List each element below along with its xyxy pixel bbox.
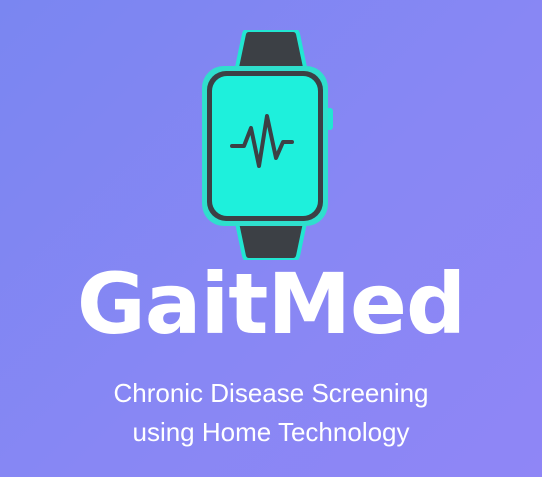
tagline-line-2: using Home Technology [132, 417, 410, 447]
tagline-line-1: Chronic Disease Screening [113, 378, 429, 408]
app-name: GaitMed [76, 255, 466, 353]
splash-screen: GaitMed Chronic Disease Screening using … [0, 0, 542, 477]
smartwatch-heartbeat-icon [202, 30, 333, 260]
